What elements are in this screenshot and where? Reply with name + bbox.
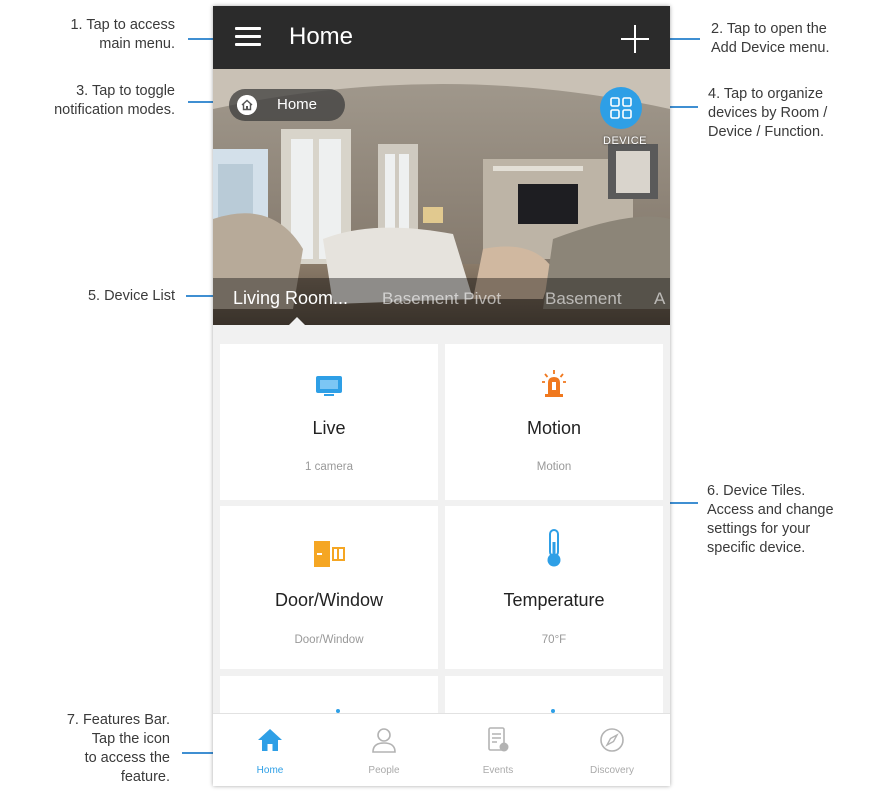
tile-subtitle: 1 camera [305,461,353,473]
notification-mode-label: Home [277,96,318,113]
camera-preview[interactable]: Home DEVICE Living Room... Basement Pivo… [213,69,670,325]
compass-icon [600,728,624,752]
device-tab[interactable]: Living Room... [233,288,348,309]
app-bar: Home [213,6,670,69]
device-tab[interactable]: Basement [545,289,622,309]
feature-events[interactable]: Events [441,714,555,786]
door-sensor-icon [314,541,345,567]
tv-icon [316,376,342,396]
feature-label: Home [256,765,284,776]
feature-discovery[interactable]: Discovery [555,714,669,786]
notification-mode-toggle[interactable]: Home [229,89,345,121]
feature-label: Events [482,765,514,776]
tile-subtitle: 70°F [541,634,567,646]
device-tile-door-window[interactable]: Door/Window Door/Window [220,506,438,669]
feature-label: People [368,765,400,776]
thermometer-icon [547,529,561,567]
tile-title: Motion [526,418,582,438]
feature-home[interactable]: Home [213,714,327,786]
tile-title: Live [312,418,346,438]
annotation-main-menu: 1. Tap to access main menu. [70,17,175,52]
features-bar: Home People Events Discovery [213,713,670,786]
organize-devices-label: DEVICE [603,135,647,147]
grid-view-icon [610,97,632,119]
feature-people[interactable]: People [327,714,441,786]
tile-title: Door/Window [274,590,384,610]
events-icon [488,727,509,752]
phone-screen: Home Home DEVICE Living Room... Basement… [213,6,670,786]
annotation-device-tiles: 6. Device Tiles. Access and change setti… [707,483,834,556]
device-list-tabs: Living Room... Basement Pivot Basement A [213,278,670,325]
device-tile-live[interactable]: Live 1 camera [220,344,438,500]
annotation-device-list: 5. Device List [87,288,175,304]
organize-devices-button[interactable] [600,87,642,129]
annotation-organize-devices: 4. Tap to organize devices by Room / Dev… [708,86,828,140]
tile-subtitle: Door/Window [294,634,364,646]
active-tab-caret [289,317,305,325]
add-device-plus-icon[interactable] [621,25,649,53]
annotation-add-device: 2. Tap to open the Add Device menu. [711,21,830,56]
siren-icon [542,370,566,397]
device-tile-motion[interactable]: Motion Motion [445,344,663,500]
house-mode-icon [237,95,257,115]
page-title: Home [289,23,354,50]
annotation-features-bar: 7. Features Bar. Tap the icon to access … [66,712,170,785]
feature-label: Discovery [590,765,634,776]
annotation-notification-modes: 3. Tap to toggle notification modes. [54,83,175,118]
hamburger-menu-icon[interactable] [235,27,261,47]
home-icon [258,729,282,751]
device-tile-temperature[interactable]: Temperature 70°F [445,506,663,669]
person-icon [372,728,396,753]
device-tab[interactable]: Basement Pivot [382,289,501,309]
tile-subtitle: Motion [536,461,572,473]
device-tab[interactable]: A [654,289,665,309]
tile-title: Temperature [503,590,605,610]
